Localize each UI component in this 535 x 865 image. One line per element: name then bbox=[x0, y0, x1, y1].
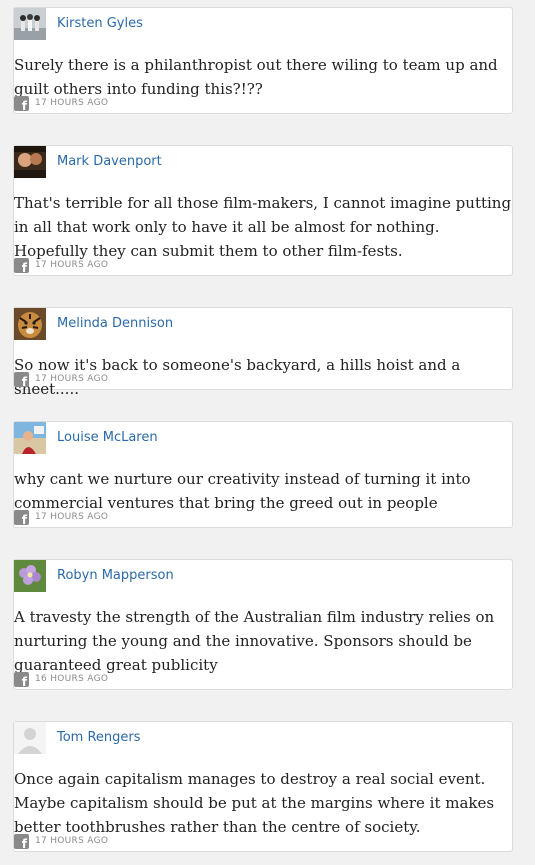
avatar-people-photo-icon[interactable] bbox=[14, 8, 46, 40]
avatar-flower-photo-icon[interactable] bbox=[14, 560, 46, 592]
avatar-beach-photo-icon[interactable] bbox=[14, 422, 46, 454]
comment-text: A travesty the strength of the Australia… bbox=[14, 608, 495, 674]
comment-meta: f 17 HOURS AGO bbox=[14, 95, 109, 111]
author-link[interactable]: Louise McLaren bbox=[57, 430, 158, 445]
author-link[interactable]: Kirsten Gyles bbox=[57, 16, 143, 31]
comment-card: Louise McLaren why cant we nurture our c… bbox=[13, 421, 513, 528]
comment-meta: f 17 HOURS AGO bbox=[14, 371, 109, 387]
facebook-icon: f bbox=[14, 833, 29, 849]
comment-feed: Kirsten Gyles Surely there is a philanth… bbox=[0, 0, 535, 865]
comment-card: Mark Davenport That's terrible for all t… bbox=[13, 145, 513, 276]
default-avatar-icon[interactable] bbox=[14, 722, 46, 754]
avatar-couple-photo-icon[interactable] bbox=[14, 146, 46, 178]
comment-card: Melinda Dennison So now it's back to som… bbox=[13, 307, 513, 398]
comment-card: Tom Rengers Once again capitalism manage… bbox=[13, 721, 513, 852]
comment-card: Robyn Mapperson A travesty the strength … bbox=[13, 559, 513, 690]
avatar-tiger-photo-icon[interactable] bbox=[14, 308, 46, 340]
timestamp: 16 HOURS AGO bbox=[35, 674, 109, 684]
comment-card: Kirsten Gyles Surely there is a philanth… bbox=[13, 7, 513, 114]
comment-meta: f 16 HOURS AGO bbox=[14, 671, 109, 687]
timestamp: 17 HOURS AGO bbox=[35, 512, 109, 522]
facebook-icon: f bbox=[14, 509, 29, 525]
author-link[interactable]: Mark Davenport bbox=[57, 154, 162, 169]
comment-meta: f 17 HOURS AGO bbox=[14, 833, 109, 849]
comment-text: That's terrible for all those film-maker… bbox=[14, 194, 512, 260]
comment-text: Once again capitalism manages to destroy… bbox=[14, 770, 495, 836]
timestamp: 17 HOURS AGO bbox=[35, 98, 109, 108]
author-link[interactable]: Robyn Mapperson bbox=[57, 568, 174, 583]
comment-text: Surely there is a philanthropist out the… bbox=[14, 56, 498, 98]
author-link[interactable]: Tom Rengers bbox=[57, 730, 141, 745]
timestamp: 17 HOURS AGO bbox=[35, 374, 109, 384]
comment-meta: f 17 HOURS AGO bbox=[14, 509, 109, 525]
comment-meta: f 17 HOURS AGO bbox=[14, 257, 109, 273]
facebook-icon: f bbox=[14, 671, 29, 687]
timestamp: 17 HOURS AGO bbox=[35, 836, 109, 846]
facebook-icon: f bbox=[14, 371, 29, 387]
facebook-icon: f bbox=[14, 257, 29, 273]
timestamp: 17 HOURS AGO bbox=[35, 260, 109, 270]
comment-text: why cant we nurture our creativity inste… bbox=[14, 470, 471, 512]
author-link[interactable]: Melinda Dennison bbox=[57, 316, 173, 331]
facebook-icon: f bbox=[14, 95, 29, 111]
